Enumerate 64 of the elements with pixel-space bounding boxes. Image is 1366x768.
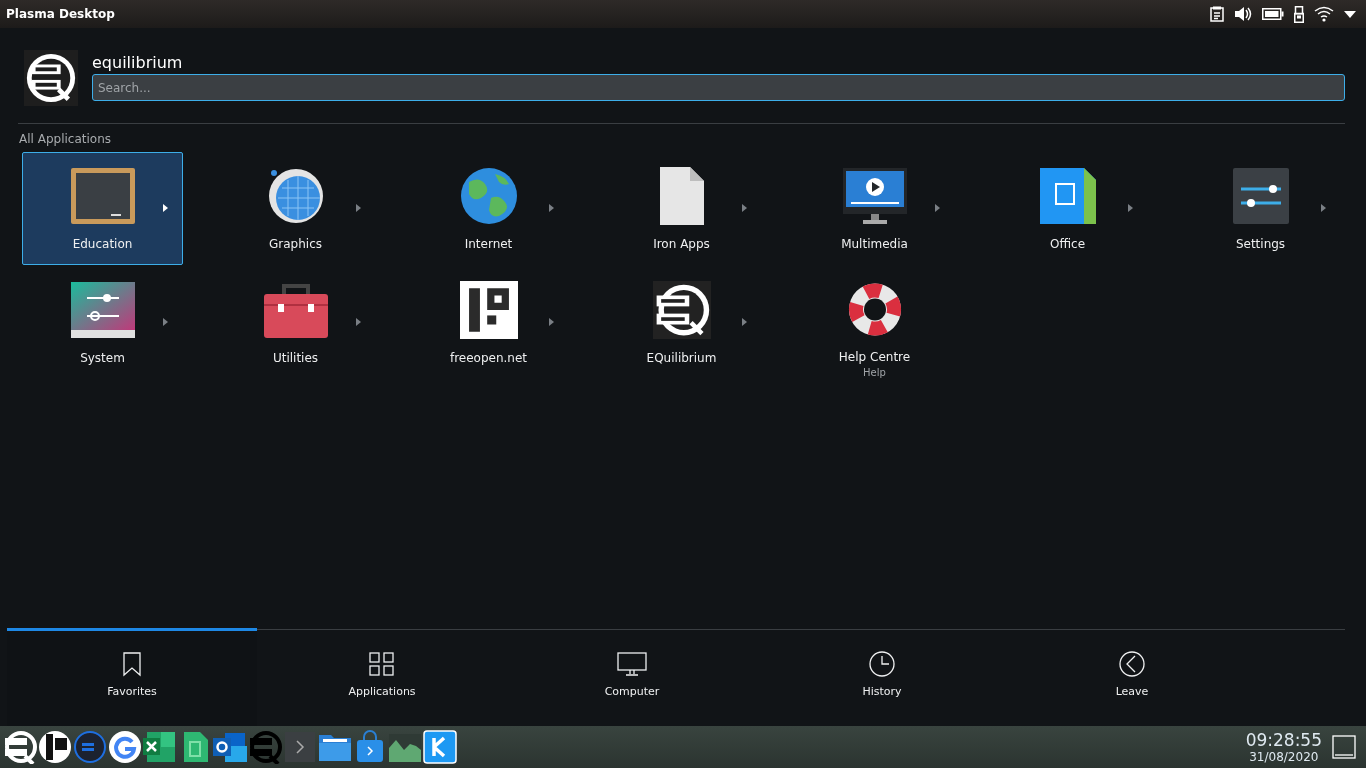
spreadsheet-icon[interactable] [143,730,177,764]
globe-icon [460,167,517,225]
equilibrium-logo-icon[interactable] [3,730,37,764]
app-label: Education [72,237,133,251]
bookmark-icon [123,651,141,677]
app-category-tile[interactable]: Graphics [215,152,376,265]
circle-logo-icon[interactable] [73,730,107,764]
sliders-icon [1232,167,1289,225]
document-icon [659,167,704,225]
mail-icon[interactable] [213,730,247,764]
usb-drive-icon[interactable] [1294,5,1304,23]
lifebuoy-icon [846,281,903,338]
app-subtitle: Help [863,367,886,378]
app-label: Iron Apps [653,237,710,251]
window-title: Plasma Desktop [6,7,115,21]
battery-icon[interactable] [1262,8,1284,20]
app-label: Help Centre [838,350,911,364]
app-category-tile[interactable]: freeopen.net [408,266,569,379]
app-label: Settings [1235,237,1286,251]
app-category-tile[interactable]: Multimedia [794,152,955,265]
search-field[interactable]: Search... [92,74,1345,101]
monitor-icon [842,167,907,225]
clock-icon [869,651,895,677]
nav-tab[interactable]: Computer [507,628,757,726]
speaker-icon[interactable] [1234,6,1252,22]
app-category-tile[interactable]: Settings [1180,152,1341,265]
section-title: All Applications [19,132,112,146]
monitor-icon [617,651,647,677]
app-label: Internet [464,237,513,251]
app-category-tile[interactable]: Iron Apps [601,152,762,265]
app-category-tile[interactable]: EQuilibrium [601,266,762,379]
app-label: freeopen.net [449,351,528,365]
wifi-icon[interactable] [1314,6,1334,22]
app-category-tile[interactable]: Help Centre Help [794,266,955,379]
expand-arrow-icon[interactable] [1344,10,1356,18]
toolbox-icon [263,281,328,339]
sphere-icon [267,167,324,225]
user-avatar [24,50,78,106]
app-category-tile[interactable]: Office [987,152,1148,265]
office-document-icon [1039,167,1096,225]
nav-tab[interactable]: Leave [1007,628,1257,726]
app-category-tile[interactable]: Internet [408,152,569,265]
app-label: Utilities [272,351,319,365]
show-desktop-icon[interactable] [1332,735,1356,759]
google-logo-icon[interactable] [108,730,142,764]
clock-date[interactable]: 31/08/2020 [1249,750,1319,763]
app-label: System [80,351,125,365]
user-name: equilibrium [92,53,184,72]
nav-tab[interactable]: Applications [257,628,507,726]
grid-icon [369,651,395,677]
app-label: Graphics [269,237,322,251]
kde-logo-icon[interactable] [423,730,457,764]
app-category-tile[interactable]: Education [22,152,183,265]
clipboard-icon[interactable] [1210,6,1224,22]
app-label: Office [1050,237,1085,251]
nav-tab[interactable]: History [757,628,1007,726]
clock-time[interactable]: 09:28:55 [1245,731,1322,749]
chalkboard-icon [70,167,135,225]
app-category-tile[interactable]: System [22,266,183,379]
system-settings-icon [70,281,135,339]
app-label: Multimedia [841,237,908,251]
app-label: EQuilibrium [646,351,717,365]
app-category-tile[interactable]: Utilities [215,266,376,379]
freeopen-logo-icon[interactable] [38,730,72,764]
